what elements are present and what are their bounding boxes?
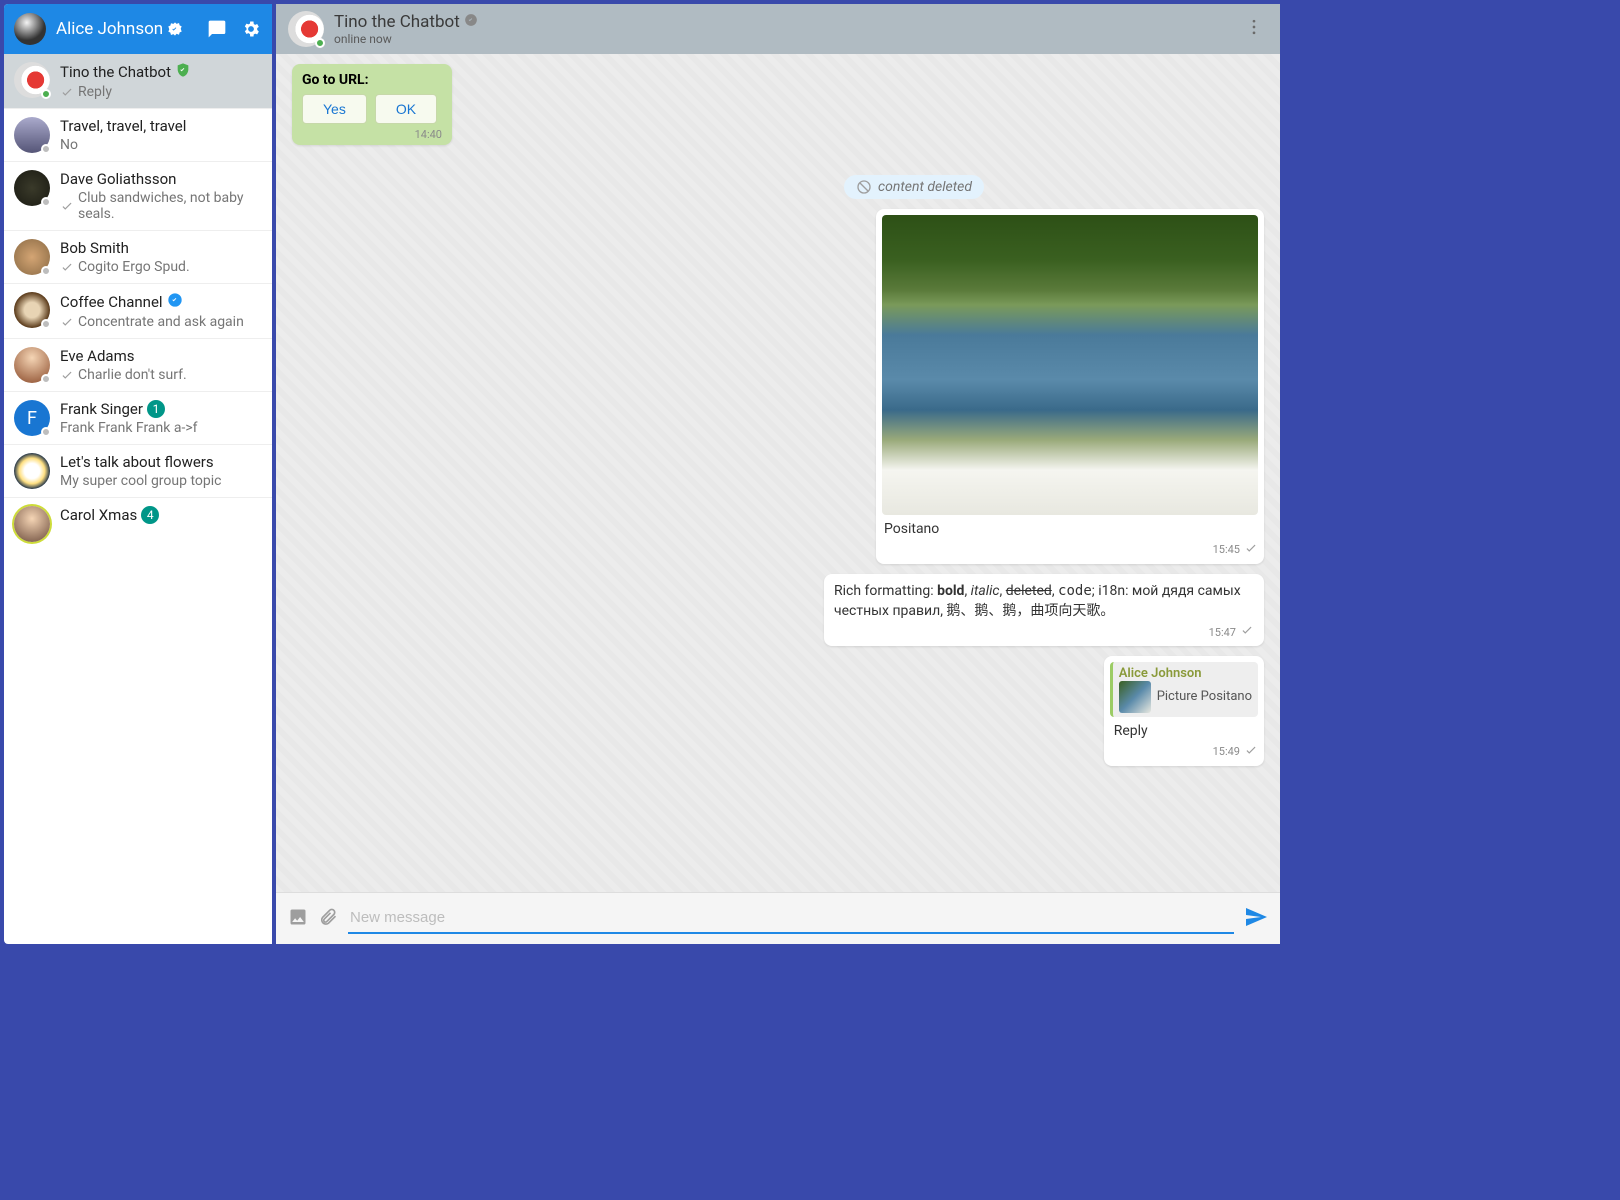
more-menu-icon[interactable] [1240,13,1268,45]
chat-header: Tino the Chatbot online now [276,4,1280,54]
check-icon [60,199,74,213]
sidebar: Alice Johnson Tino the Chatbot [4,4,272,944]
deleted-message: content deleted [844,175,984,199]
avatar [14,506,50,542]
chat-item-eve[interactable]: Eve Adams Charlie don't surf. [4,339,272,392]
message-time: 15:49 [1110,743,1258,760]
message-label: Go to URL: [302,72,442,88]
image-picker-icon[interactable] [288,907,308,931]
reply-message[interactable]: Alice Johnson Picture Positano Reply 15:… [1104,656,1264,766]
presence-offline-icon [41,427,51,437]
attachment-icon[interactable] [318,907,338,931]
chat-item-frank[interactable]: F Frank Singer 1 Frank Frank Frank a->f [4,392,272,445]
yes-button[interactable]: Yes [302,94,367,124]
image-message[interactable]: Positano 15:45 [876,209,1264,564]
presence-offline-icon [41,319,51,329]
delivered-check-icon [1244,743,1258,760]
message-input[interactable] [348,903,1234,934]
sidebar-header: Alice Johnson [4,4,272,54]
presence-online-icon [41,89,51,99]
message-time: 14:40 [302,128,442,141]
avatar [14,292,50,328]
reply-snippet: Picture Positano [1157,689,1252,704]
check-icon [60,85,74,99]
unread-badge: 4 [141,506,159,524]
new-chat-icon[interactable] [206,18,228,40]
message-composer [276,892,1280,944]
main-panel: Tino the Chatbot online now Go to URL: Y… [276,4,1280,944]
avatar [14,453,50,489]
avatar [14,347,50,383]
chat-item-coffee[interactable]: Coffee Channel Concentrate and ask again [4,284,272,339]
chat-item-bob[interactable]: Bob Smith Cogito Ergo Spud. [4,231,272,284]
chat-item-tino[interactable]: Tino the Chatbot Reply [4,54,272,109]
send-button[interactable] [1244,905,1268,933]
check-icon [60,368,74,382]
verified-badge-icon [167,21,183,37]
reply-quote[interactable]: Alice Johnson Picture Positano [1110,662,1258,717]
message-time: 15:45 [882,541,1258,558]
presence-online-icon [315,38,325,48]
delivered-check-icon [1240,623,1254,641]
presence-offline-icon [41,197,51,207]
current-user-name: Alice Johnson [56,19,206,39]
reply-thumbnail [1119,681,1151,713]
chat-item-travel[interactable]: Travel, travel, travel No [4,109,272,162]
presence-offline-icon [41,266,51,276]
chat-title: Tino the Chatbot [334,12,478,32]
verified-blue-icon [167,292,183,312]
avatar[interactable] [288,11,324,47]
presence-offline-icon [41,374,51,384]
avatar [14,170,50,206]
image-attachment[interactable] [882,215,1258,515]
avatar [14,62,50,98]
text-message[interactable]: Rich formatting: bold, italic, deleted, … [824,574,1264,646]
ok-button[interactable]: OK [375,94,437,124]
message-time: 15:47 [834,623,1254,641]
delivered-check-icon [1244,541,1258,558]
avatar [14,117,50,153]
chat-list: Tino the Chatbot Reply Travel, travel, t… [4,54,272,944]
unread-badge: 1 [147,400,165,418]
avatar: F [14,400,50,436]
check-icon [60,315,74,329]
avatar[interactable] [14,13,46,45]
verified-badge-icon [464,12,478,32]
presence-offline-icon [41,144,51,154]
settings-icon[interactable] [240,18,262,40]
message-list: Go to URL: Yes OK 14:40 content deleted [276,54,1280,892]
message-bubble[interactable]: Go to URL: Yes OK 14:40 [292,64,452,145]
message-text: Reply [1110,721,1258,741]
shield-verified-icon [175,62,191,82]
block-icon [856,179,872,195]
chat-status: online now [334,32,478,46]
check-icon [60,260,74,274]
chat-item-flowers[interactable]: Let's talk about flowers My super cool g… [4,445,272,498]
reply-from: Alice Johnson [1119,666,1252,681]
avatar [14,239,50,275]
image-caption: Positano [882,515,1258,539]
chat-item-dave[interactable]: Dave Goliathsson Club sandwiches, not ba… [4,162,272,231]
chat-item-carol[interactable]: Carol Xmas 4 [4,498,272,550]
